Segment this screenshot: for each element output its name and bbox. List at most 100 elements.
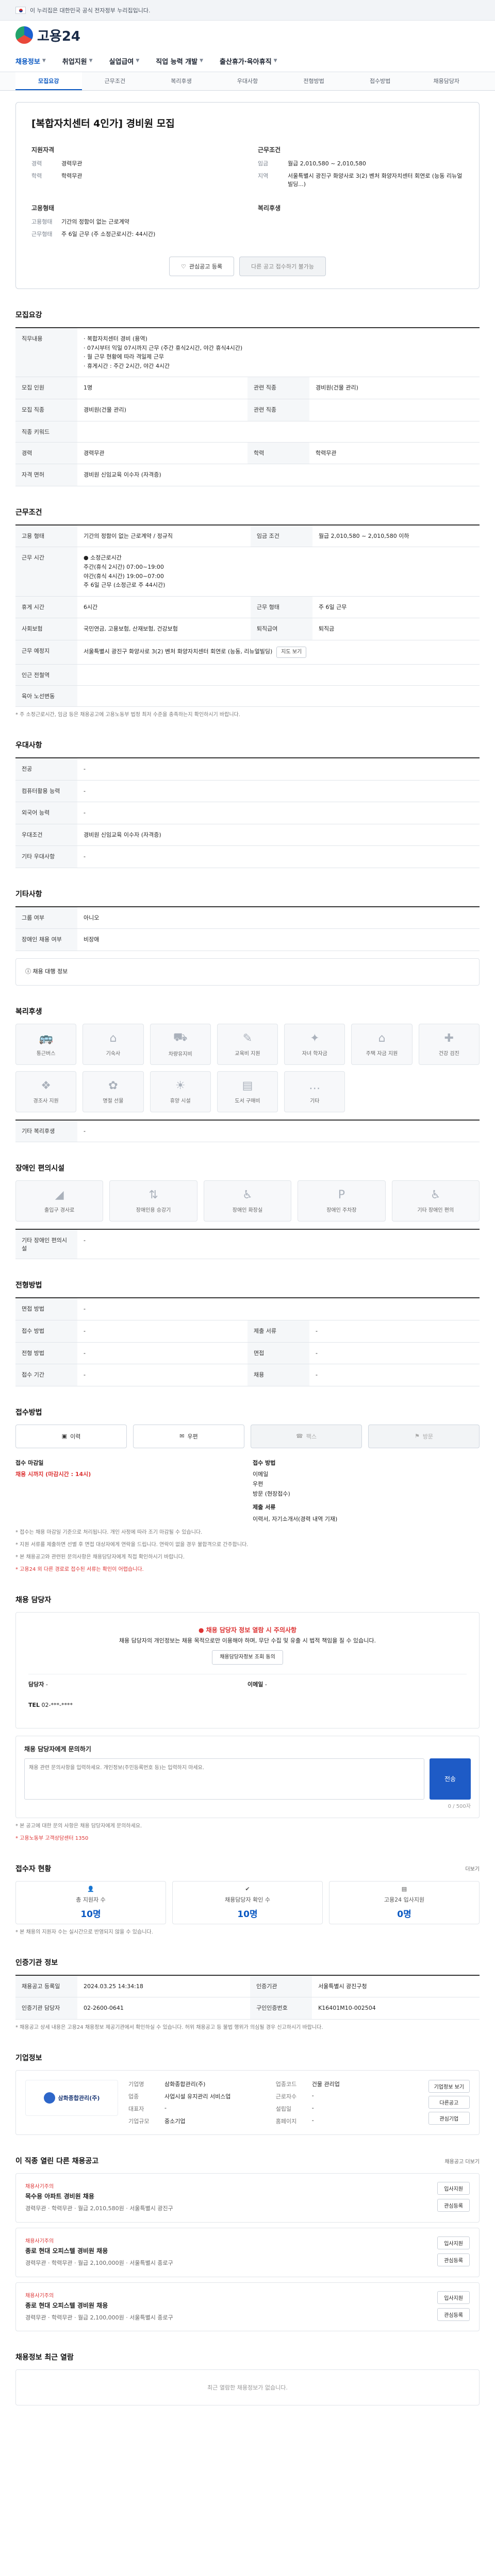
section-stats: 접수자 현황 더보기 👤 총 지원자 수 10명 ✔ 채용담당자 확인 수 10명 ▤ 고용… — [15, 1865, 480, 1935]
scrap-button[interactable]: 관심등록 — [437, 2199, 470, 2212]
chevron-down-icon: ▼ — [42, 58, 46, 63]
wheelchair-icon: ♿ — [430, 1189, 441, 1202]
section-prefer: 우대사항 전공 - 컴퓨터활용 능력 - 외국어 능력 - 우대조건 경비원 신임교육 … — [15, 740, 480, 868]
apply-deadline: 접수 마감일 채용 시까지 (마감시간 : 14시) — [15, 1459, 91, 1478]
logo[interactable]: 고용24 — [15, 26, 80, 45]
resume-icon: ▣ — [61, 1433, 68, 1440]
nav-item-support[interactable]: 취업지원 ▼ — [62, 56, 102, 66]
company-favorite-button[interactable]: 관심기업 — [428, 2112, 470, 2125]
section-screening: 전형방법 면접 방법 - 접수 방법 - 제출 서류 - 전형 방법 - 면접 - 접수 기간… — [15, 1280, 480, 1386]
welfare-item: ⌂ 주택 자금 지원 — [351, 1023, 412, 1065]
stat-card: ✔ 채용담당자 확인 수 10명 — [172, 1880, 323, 1924]
job-card[interactable]: 채용사기주의 목수용 아파트 경비원 채용 경력무관 · 학력무관 · 월급 2,0… — [15, 2173, 480, 2223]
user-icon: 👤 — [87, 1885, 94, 1892]
ramp-icon: ◢ — [55, 1189, 64, 1202]
tab-apply[interactable]: 접수방법 — [347, 72, 414, 90]
toilet-icon: ♿ — [242, 1189, 253, 1202]
parking-icon: P — [338, 1189, 345, 1202]
gov-banner-text: 이 누리집은 대한민국 공식 전자정부 누리집입니다. — [30, 7, 151, 14]
apply-button[interactable]: 입사지원 — [437, 2291, 470, 2304]
heart-icon: ♡ — [181, 263, 186, 270]
welfare-item: ⌂ 기숙사 — [82, 1023, 144, 1065]
job-card[interactable]: 채용사기주의 종로 현대 오피스텔 경비원 채용 경력무관 · 학력무관 · 월급 … — [15, 2227, 480, 2277]
summary-welfare: 복리후생 — [258, 205, 281, 212]
tab-conditions[interactable]: 근무조건 — [82, 72, 148, 90]
section-recruit: 모집요강 직무내용 · 복합자치센터 경비 (용역) · 07시부터 익일 07… — [15, 310, 480, 486]
job-title: [복합자치센터 4인가] 경비원 모집 — [31, 118, 175, 129]
alert-icon: ● — [198, 1626, 204, 1634]
page: 이 누리집은 대한민국 공식 전자정부 누리집입니다. 고용24 채용정보 ▼ 취… — [0, 0, 495, 2467]
map-button[interactable]: 지도 보기 — [276, 646, 307, 658]
welfare-item: ✎ 교육비 지원 — [217, 1023, 278, 1065]
apply-method-resume[interactable]: ▣ 이력 — [15, 1424, 127, 1448]
main-nav: 채용정보 ▼ 취업지원 ▼ 실업급여 ▼ 직업 능력 개발 ▼ 출산휴가·육아휴직 ▼ — [0, 49, 495, 72]
agency-info[interactable]: ⓘ 채용 대행 정보 — [15, 958, 480, 986]
apply-button[interactable]: 입사지원 — [437, 2182, 470, 2195]
scrap-button[interactable]: 관심등록 — [437, 2253, 470, 2266]
section-approval: 인증기관 정보 채용공고 등록일 2024.03.25 14:34:18 인증기관 서… — [15, 1957, 480, 2032]
nav-item-leave[interactable]: 출산휴가·육아휴직 ▼ — [220, 56, 287, 66]
nav-item-training[interactable]: 직업 능력 개발 ▼ — [156, 56, 212, 66]
etc-icon: … — [309, 1079, 321, 1092]
grad-icon: ✦ — [310, 1031, 320, 1045]
facility-item: ♿ 기타 장애인 편의 — [391, 1180, 480, 1222]
apply-method-mail[interactable]: ✉ 우편 — [133, 1424, 244, 1448]
related-more-link[interactable]: 채용공고 더보기 — [444, 2157, 480, 2165]
stat-card: 👤 총 지원자 수 10명 — [15, 1880, 166, 1924]
info-icon: ⓘ — [25, 968, 31, 975]
summary-conditions: 근무조건 임금 월급 2,010,580 ~ 2,010,580 지역 서울특별시 … — [258, 146, 463, 188]
chevron-down-icon: ▼ — [200, 58, 204, 63]
stats-more-link[interactable]: 더보기 — [465, 1865, 480, 1872]
apply-method-fax: ☎ 팩스 — [251, 1424, 362, 1448]
nav-item-benefit[interactable]: 실업급여 ▼ — [109, 56, 149, 66]
share-button[interactable]: 다른 공고 접수하기 불가능 — [239, 257, 326, 276]
chevron-down-icon: ▼ — [273, 58, 277, 63]
check-icon: ✔ — [245, 1885, 250, 1892]
inquiry-input[interactable] — [24, 1758, 424, 1800]
books-icon: ▤ — [242, 1079, 253, 1092]
site-header: 고용24 채용정보 ▼ 취업지원 ▼ 실업급여 ▼ 직업 능력 개발 ▼ 출산휴가·육아… — [0, 21, 495, 72]
doc-icon: ▤ — [401, 1885, 407, 1892]
manager-consent-button[interactable]: 채용담당자정보 조회 동의 — [212, 1650, 283, 1665]
conditions-notice: * 주 소정근로시간, 임금 등은 채용공고에 고용노동부 법정 최저 수준을 … — [15, 711, 240, 718]
gift-icon: ❖ — [41, 1079, 51, 1092]
book-icon: ✎ — [242, 1031, 253, 1045]
job-card[interactable]: 채용사기주의 종로 현대 오피스텔 경비원 채용 경력무관 · 학력무관 · 월급 … — [15, 2282, 480, 2332]
section-recent: 채용정보 최근 열람 최근 열람한 채용정보가 없습니다. — [15, 2352, 480, 2406]
section-apply: 접수방법 ▣ 이력 ✉ 우편 ☎ 팩스 ⚑ 방문 접수 마감일 채용 시까지 (마감시간… — [15, 1407, 480, 1574]
apply-button[interactable]: 입사지원 — [437, 2236, 470, 2249]
section-related: 이 직종 열린 다른 채용공고 채용공고 더보기 채용사기주의 목수용 아파트 경비… — [15, 2156, 480, 2332]
tab-screening[interactable]: 전형방법 — [280, 72, 347, 90]
welfare-item: ☀ 휴양 시설 — [150, 1071, 211, 1112]
flag-icon — [15, 6, 26, 14]
section-conditions: 근무조건 고용 형태 기간의 정함이 없는 근로계약 / 정규직 임금 조건 월급 2… — [15, 507, 480, 719]
company-other-jobs-button[interactable]: 다른공고 — [428, 2096, 470, 2109]
tab-recruit[interactable]: 모집요강 — [15, 72, 82, 90]
send-button[interactable]: 전송 — [430, 1758, 471, 1800]
chevron-down-icon: ▼ — [89, 58, 93, 63]
welfare-item: 🚌 통근버스 — [15, 1023, 77, 1065]
company-info-button[interactable]: 기업정보 보기 — [428, 2080, 470, 2093]
nav-item-jobs[interactable]: 채용정보 ▼ — [15, 56, 55, 66]
disabled-grid: ◢ 출입구 경사로 ⇅ 장애인용 승강기 ♿ 장애인 화장실 P 장애인 주차장 ♿ 기타… — [15, 1180, 480, 1222]
facility-item: ◢ 출입구 경사로 — [15, 1180, 104, 1222]
job-description: · 복합자치센터 경비 (용역) · 07시부터 익일 07시까지 근무 (주간… — [77, 328, 480, 378]
facility-item: ⇅ 장애인용 승강기 — [109, 1180, 197, 1222]
logo-text: 고용24 — [37, 28, 81, 44]
scrap-button[interactable]: 관심등록 — [437, 2308, 470, 2321]
welfare-item: ▤ 도서 구매비 — [217, 1071, 278, 1112]
interest-button[interactable]: ♡ 관심공고 등록 — [169, 257, 235, 276]
tab-welfare[interactable]: 복리후생 — [148, 72, 214, 90]
section-company: 기업정보 삼화종합관리(주) 기업명 삼화종합관리(주) 업종코드 건물 관리업 업종… — [15, 2053, 480, 2136]
tab-prefer[interactable]: 우대사항 — [214, 72, 281, 90]
fax-icon: ☎ — [296, 1433, 303, 1440]
visit-icon: ⚑ — [414, 1433, 420, 1440]
manager-box: ● 채용 담당자 정보 열람 시 주의사항 채용 담당자의 개인정보는 채용 목… — [15, 1612, 480, 1728]
facility-item: ♿ 장애인 화장실 — [203, 1180, 292, 1222]
logo-icon — [15, 26, 33, 44]
chevron-down-icon: ▼ — [136, 58, 140, 63]
tab-manager[interactable]: 채용담당자 — [413, 72, 480, 90]
welfare-grid: 🚌 통근버스 ⌂ 기숙사 ⛟ 차량유지비 ✎ 교육비 지원 ✦ 자녀 학자금 ⌂ 주택 자금… — [15, 1023, 480, 1112]
welfare-item: … 기타 — [284, 1071, 345, 1112]
company-logo: 삼화종합관리(주) — [25, 2080, 118, 2116]
